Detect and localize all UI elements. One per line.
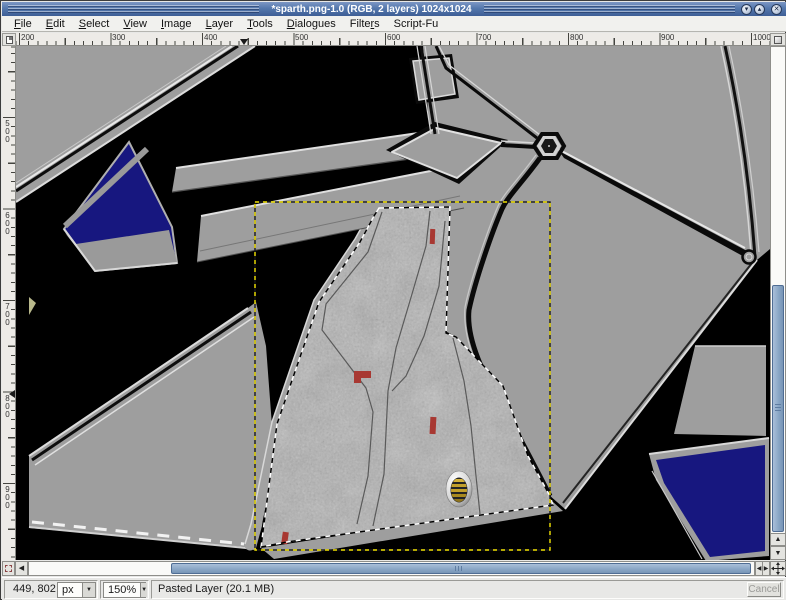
menubar: FileEditSelectViewImageLayerToolsDialogu… (2, 16, 786, 32)
close-icon[interactable]: ✕ (771, 4, 782, 15)
status-message-panel: Pasted Layer (20.1 MB) Cancel (151, 580, 784, 599)
menu-filters[interactable]: Filters (343, 16, 387, 32)
ruler-position-marker-v (9, 390, 15, 398)
cursor-position: 449, 802 (13, 583, 56, 595)
vertical-ruler[interactable]: 5006007008009001000 (2, 46, 16, 560)
scroll-up-button-2[interactable]: ▲ (770, 533, 786, 546)
quickmask-icon (5, 565, 12, 572)
status-message: Pasted Layer (20.1 MB) (158, 583, 274, 595)
menu-tools[interactable]: Tools (240, 16, 280, 32)
menu-dialogues[interactable]: Dialogues (280, 16, 343, 32)
horizontal-scrollbar-thumb[interactable] (171, 563, 751, 574)
gimp-window: *sparth.png-1.0 (RGB, 2 layers) 1024x102… (0, 0, 786, 600)
window-title: *sparth.png-1.0 (RGB, 2 layers) 1024x102… (265, 4, 477, 15)
menu-edit[interactable]: Edit (39, 16, 72, 32)
scroll-left-button[interactable]: ◀ (15, 561, 28, 576)
menu-view[interactable]: View (116, 16, 154, 32)
ruler-corner-menu-button[interactable] (2, 33, 16, 46)
vertical-scrollbar[interactable] (770, 46, 786, 560)
navigation-button[interactable] (770, 561, 786, 576)
vertical-scrollbar-thumb[interactable] (772, 285, 784, 532)
unit-dropdown[interactable]: px ▼ (57, 582, 96, 598)
cursor-position-panel: 449, 802 px ▼ (4, 580, 98, 599)
page-icon (6, 36, 13, 44)
zoom-panel: 150% ▼ (100, 580, 149, 599)
h-ruler-label: 500 (295, 33, 308, 42)
h-ruler-label: 600 (387, 33, 400, 42)
h-ruler-label: 900 (661, 33, 674, 42)
chevron-down-icon: ▼ (140, 583, 147, 597)
chevron-down-icon: ▼ (82, 583, 95, 597)
unit-value: px (58, 584, 78, 596)
resize-zoom-icon (774, 36, 782, 44)
quickmask-toggle[interactable] (2, 561, 15, 576)
menu-file[interactable]: File (7, 16, 39, 32)
zoom-value: 150% (104, 584, 140, 596)
titlebar-ridge-left (8, 5, 259, 13)
shade-button-icon[interactable]: ▾ (741, 4, 752, 15)
h-ruler-label: 300 (112, 33, 125, 42)
h-ruler-label: 700 (478, 33, 491, 42)
zoom-dropdown[interactable]: 150% ▼ (103, 582, 146, 598)
ruler-position-marker-h (240, 39, 248, 45)
titlebar[interactable]: *sparth.png-1.0 (RGB, 2 layers) 1024x102… (2, 2, 786, 16)
horizontal-scrollbar[interactable] (28, 561, 755, 576)
navigation-cross-icon (771, 562, 785, 575)
v-ruler-label: 500 (3, 119, 11, 143)
h-ruler-label: 800 (570, 33, 583, 42)
menu-script-fu[interactable]: Script-Fu (387, 16, 446, 32)
v-ruler-label: 700 (3, 302, 11, 326)
titlebar-ridge-right (484, 5, 735, 13)
scroll-right-button[interactable]: ▶ (762, 561, 770, 576)
scroll-down-button[interactable]: ▼ (770, 546, 786, 560)
v-ruler-label: 600 (3, 211, 11, 235)
cancel-button[interactable]: Cancel (747, 582, 781, 597)
h-ruler-label: 400 (204, 33, 217, 42)
canvas-image[interactable] (16, 46, 770, 560)
statusbar: 449, 802 px ▼ 150% ▼ Pasted Layer (20.1 … (2, 577, 786, 600)
zoom-follow-window-toggle[interactable] (770, 33, 786, 46)
stick-button-icon[interactable]: ▴ (754, 4, 765, 15)
h-ruler-label: 200 (21, 33, 34, 42)
menu-select[interactable]: Select (72, 16, 117, 32)
striped-oval (446, 471, 472, 507)
menu-layer[interactable]: Layer (199, 16, 241, 32)
small-plate (409, 54, 459, 104)
v-ruler-label: 900 (3, 485, 11, 509)
menu-image[interactable]: Image (154, 16, 199, 32)
h-ruler-label: 1000 (753, 33, 770, 42)
horizontal-ruler[interactable]: 200 300 400 500 600 700 800 900 1000 (16, 33, 770, 46)
